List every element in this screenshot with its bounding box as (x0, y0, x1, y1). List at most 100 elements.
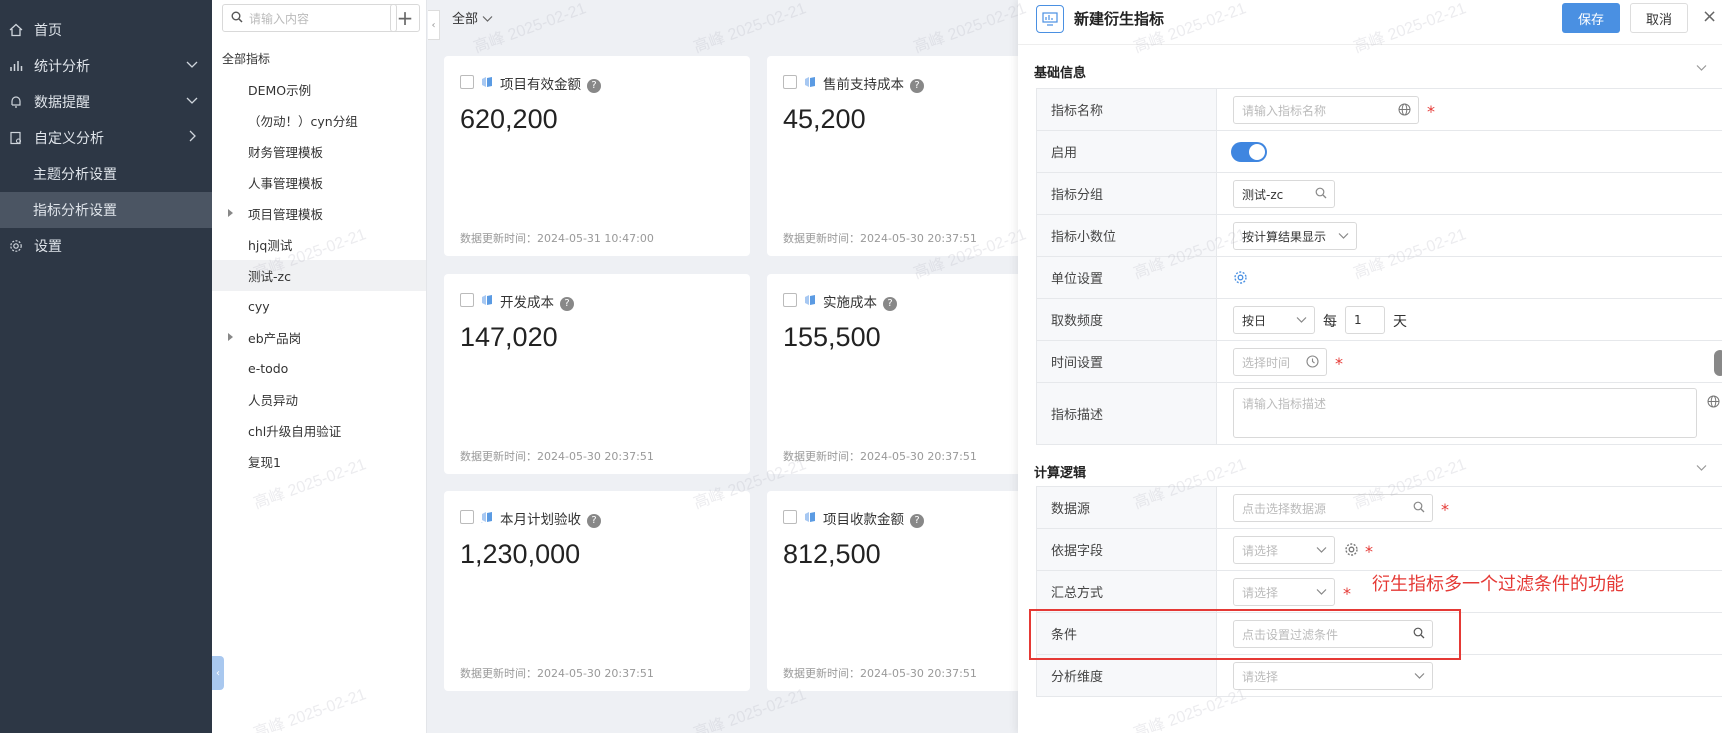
help-icon[interactable]: ? (587, 513, 601, 528)
data-source-select[interactable]: 点击选择数据源 (1233, 494, 1433, 522)
input-placeholder: 请输入指标名称 (1242, 103, 1327, 118)
nav-indicator-analysis-settings[interactable]: 指标分析设置 (0, 192, 212, 228)
gear-icon[interactable] (1233, 270, 1248, 289)
tree-item[interactable]: 人事管理模板 (212, 167, 426, 198)
card-checkbox[interactable] (460, 510, 474, 524)
indicator-group-select[interactable]: 测试-zc (1233, 180, 1335, 208)
help-icon[interactable]: ? (910, 78, 924, 93)
gear-icon[interactable] (1344, 542, 1359, 561)
nav-label: 统计分析 (34, 59, 90, 75)
select-value: 按计算结果显示 (1242, 229, 1327, 244)
field-row-enable: 启用 (1037, 131, 1722, 173)
basis-field-select[interactable]: 请选择 (1233, 536, 1335, 564)
card-checkbox[interactable] (460, 293, 474, 307)
save-button[interactable]: 保存 (1562, 3, 1620, 33)
search-icon (231, 11, 243, 26)
frequency-select[interactable]: 按日 (1233, 306, 1315, 334)
indicator-card[interactable]: 开发成本? 147,020 数据更新时间：2024-05-30 20:37:51 (444, 274, 750, 474)
tree-item[interactable]: 财务管理模板 (212, 136, 426, 167)
card-checkbox[interactable] (783, 75, 797, 89)
field-label: 指标小数位 (1037, 215, 1217, 256)
tree-item[interactable]: e-todo (212, 353, 426, 384)
nav-settings[interactable]: 设置 (0, 228, 212, 264)
tree-item-label: DEMO示例 (248, 83, 312, 98)
chevron-down-icon (186, 58, 198, 74)
aggregation-select[interactable]: 请选择 (1233, 578, 1335, 606)
indicator-card[interactable]: 项目收款金额? 812,500 数据更新时间：2024-05-30 20:37:51 (767, 491, 1018, 691)
chevron-down-icon[interactable] (1696, 462, 1707, 475)
indicator-name-input[interactable]: 请输入指标名称 (1233, 96, 1419, 124)
bar-chart-icon (8, 58, 24, 74)
card-title-text: 本月计划验收 (500, 512, 581, 528)
input-placeholder: 请输入指标描述 (1242, 397, 1327, 411)
card-title-text: 开发成本 (500, 295, 554, 311)
required-mark: * (1335, 354, 1343, 373)
settings-icon (8, 238, 24, 254)
enable-toggle[interactable] (1231, 142, 1267, 162)
bell-icon (8, 94, 24, 110)
close-icon[interactable]: × (1702, 6, 1717, 27)
nav-label: 指标分析设置 (33, 203, 117, 219)
nav-data-alerts[interactable]: 数据提醒 (0, 84, 212, 120)
card-value: 620,200 (460, 104, 558, 134)
time-picker[interactable]: 选择时间 (1233, 348, 1327, 376)
indicator-card[interactable]: 项目有效金额? 620,200 数据更新时间：2024-05-31 10:47:00 (444, 56, 750, 256)
tree-item[interactable]: 复现1 (212, 446, 426, 477)
chevron-down-icon (1296, 313, 1307, 327)
nav-custom-analysis[interactable]: 自定义分析 (0, 120, 212, 156)
card-title-text: 实施成本 (823, 295, 877, 311)
nav-topic-analysis-settings[interactable]: 主题分析设置 (0, 156, 212, 192)
clock-icon (1306, 355, 1319, 371)
nav-home[interactable]: 首页 (0, 12, 212, 48)
tree-item[interactable]: cyy (212, 291, 426, 322)
help-icon[interactable]: ? (560, 296, 574, 311)
collapse-tree-button[interactable]: ‹ (428, 10, 440, 40)
scrollbar-handle[interactable] (1714, 350, 1722, 376)
tree-item[interactable]: DEMO示例 (212, 74, 426, 105)
expand-caret-icon[interactable] (228, 209, 233, 217)
collapse-sidebar-button[interactable]: ‹ (212, 656, 224, 690)
tree-item[interactable]: （勿动！）cyn分组 (212, 105, 426, 136)
nav-statistics[interactable]: 统计分析 (0, 48, 212, 84)
globe-icon[interactable] (1707, 395, 1720, 412)
chevron-down-icon (1316, 543, 1327, 557)
card-checkbox[interactable] (460, 75, 474, 89)
card-checkbox[interactable] (783, 293, 797, 307)
dimension-select[interactable]: 请选择 (1233, 662, 1433, 690)
help-icon[interactable]: ? (883, 296, 897, 311)
frequency-every-label: 每 (1323, 314, 1337, 330)
chevron-down-icon[interactable] (1696, 62, 1707, 75)
tree-item[interactable]: hjq测试 (212, 229, 426, 260)
input-placeholder: 选择时间 (1242, 355, 1291, 370)
nav-label: 数据提醒 (34, 95, 90, 111)
decimal-select[interactable]: 按计算结果显示 (1233, 222, 1357, 250)
tree-search-input[interactable]: 请输入内容 (222, 4, 397, 32)
indicator-card[interactable]: 售前支持成本? 45,200 数据更新时间：2024-05-30 20:37:51 (767, 56, 1018, 256)
frequency-count-input[interactable]: 1 (1345, 306, 1385, 334)
sparkline-chart (474, 589, 720, 651)
help-icon[interactable]: ? (587, 78, 601, 93)
tree-item-label: 人员异动 (248, 393, 299, 408)
category-filter[interactable]: 全部 (452, 8, 493, 27)
expand-caret-icon[interactable] (228, 333, 233, 341)
tree-item[interactable]: eb产品岗 (212, 322, 426, 353)
add-group-button[interactable]: + (390, 4, 420, 32)
tree-item[interactable]: chl升级自用验证 (212, 415, 426, 446)
description-textarea[interactable]: 请输入指标描述 (1233, 388, 1697, 438)
tree-item-selected[interactable]: 测试-zc (212, 260, 426, 291)
indicator-card[interactable]: 本月计划验收? 1,230,000 数据更新时间：2024-05-30 20:37:… (444, 491, 750, 691)
help-icon[interactable]: ? (910, 513, 924, 528)
tree-root[interactable]: 全部指标 (222, 50, 270, 67)
tree-item[interactable]: 项目管理模板 (212, 198, 426, 229)
cancel-button[interactable]: 取消 (1630, 3, 1688, 33)
input-value: 1 (1354, 313, 1362, 327)
tree-item-label: 人事管理模板 (248, 176, 324, 191)
field-label: 启用 (1037, 131, 1217, 172)
card-checkbox[interactable] (783, 510, 797, 524)
tree-item[interactable]: 人员异动 (212, 384, 426, 415)
field-row-basis: 依据字段 请选择 * (1037, 529, 1722, 571)
indicator-type-icon (803, 76, 1018, 138)
globe-icon[interactable] (1398, 103, 1411, 119)
nav-label: 设置 (34, 239, 62, 255)
indicator-card[interactable]: 实施成本? 155,500 数据更新时间：2024-05-30 20:37:51 (767, 274, 1018, 474)
